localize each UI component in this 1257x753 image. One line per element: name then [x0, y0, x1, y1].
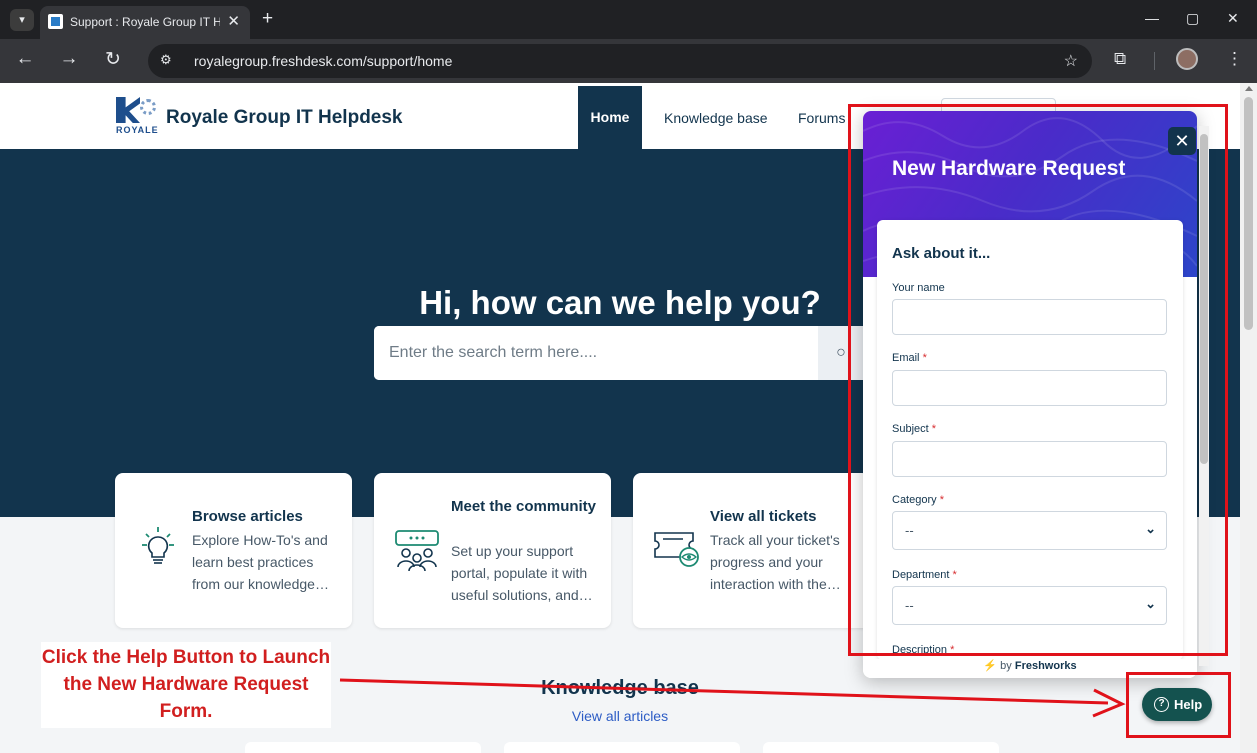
kb-card[interactable]	[763, 742, 999, 753]
department-select[interactable]: -- ⌄	[892, 586, 1167, 625]
scroll-up-icon[interactable]	[1245, 86, 1253, 91]
form-heading: Ask about it...	[892, 245, 991, 262]
nav-home[interactable]: Home	[578, 86, 642, 149]
tickets-icon	[654, 532, 699, 567]
widget-close-button[interactable]: ✕	[1168, 127, 1196, 155]
profile-avatar[interactable]	[1176, 48, 1198, 70]
nav-forums[interactable]: Forums	[798, 110, 845, 126]
bolt-icon: ⚡	[983, 660, 998, 672]
request-form: Ask about it... Your name Email * Subjec…	[877, 220, 1183, 660]
royale-logo[interactable]: ROYALE	[116, 97, 158, 137]
description-label: Description *	[892, 644, 955, 656]
minimize-icon[interactable]: —	[1145, 10, 1159, 26]
search-icon[interactable]: ○	[818, 326, 864, 380]
favicon-icon	[48, 14, 63, 29]
tab-search-button[interactable]: ▾	[10, 9, 34, 31]
browser-tab-bar: ▾ Support : Royale Group IT Helpdesk ✕ +…	[0, 0, 1257, 39]
window-close-icon[interactable]: ✕	[1227, 10, 1239, 27]
category-select[interactable]: -- ⌄	[892, 511, 1167, 550]
search-box: ○	[374, 326, 864, 380]
category-label: Category *	[892, 494, 944, 506]
email-label: Email *	[892, 352, 927, 364]
card-browse-articles[interactable]: Browse articles Explore How-To's and lea…	[115, 473, 352, 628]
bookmark-star-icon[interactable]: ☆	[1064, 51, 1078, 71]
browser-menu-icon[interactable]: ⋮	[1226, 49, 1243, 69]
back-icon[interactable]: ←	[12, 48, 38, 70]
community-icon	[395, 530, 439, 572]
card-title: Browse articles	[192, 508, 303, 525]
card-meet-community[interactable]: Meet the community Set up your support p…	[374, 473, 611, 628]
powered-by[interactable]: ⚡ by Freshworks	[863, 659, 1197, 678]
scroll-thumb[interactable]	[1244, 97, 1253, 330]
url-text[interactable]: royalegroup.freshdesk.com/support/home	[194, 53, 452, 69]
browser-toolbar: ← → ↻ ⚙ royalegroup.freshdesk.com/suppor…	[0, 39, 1257, 83]
card-title: View all tickets	[710, 508, 817, 525]
department-label: Department *	[892, 569, 957, 581]
reload-icon[interactable]: ↻	[100, 48, 126, 71]
card-desc: Explore How-To's and learn best practice…	[192, 532, 329, 592]
new-tab-button[interactable]: +	[262, 8, 273, 30]
card-title: Meet the community	[451, 498, 597, 515]
help-button[interactable]: ? Help	[1142, 688, 1212, 721]
widget-scrollbar[interactable]	[1199, 126, 1209, 666]
nav-knowledge-base[interactable]: Knowledge base	[664, 110, 768, 126]
widget-scroll-thumb[interactable]	[1200, 134, 1208, 464]
subject-input[interactable]	[892, 441, 1167, 477]
card-view-tickets[interactable]: View all tickets Track all your ticket's…	[633, 473, 870, 628]
address-bar[interactable]: ⚙ royalegroup.freshdesk.com/support/home…	[148, 44, 1092, 78]
email-input[interactable]	[892, 370, 1167, 406]
page-scrollbar[interactable]	[1240, 83, 1257, 753]
kb-card[interactable]	[504, 742, 740, 753]
chevron-down-icon: ⌄	[1145, 596, 1156, 611]
annotation-callout: Click the Help Button to Launch the New …	[41, 642, 331, 728]
question-icon: ?	[1154, 697, 1169, 713]
kb-card[interactable]	[245, 742, 481, 753]
maximize-icon[interactable]: ▢	[1186, 10, 1199, 27]
name-label: Your name	[892, 282, 945, 294]
extensions-icon[interactable]: ⧉	[1114, 49, 1126, 69]
subject-label: Subject *	[892, 423, 937, 435]
card-desc: Track all your ticket's progress and you…	[710, 532, 841, 592]
brand-name[interactable]: Royale Group IT Helpdesk	[166, 107, 403, 129]
tab-title: Support : Royale Group IT Helpdesk	[70, 15, 220, 29]
site-info-icon[interactable]: ⚙	[160, 52, 172, 68]
lightbulb-icon	[142, 527, 174, 564]
card-desc: Set up your support portal, populate it …	[451, 543, 593, 603]
help-widget: New Hardware Request ✕ Ask about it... Y…	[863, 111, 1197, 678]
browser-tab[interactable]: Support : Royale Group IT Helpdesk ✕	[40, 6, 250, 39]
widget-title: New Hardware Request	[892, 157, 1126, 180]
name-input[interactable]	[892, 299, 1167, 335]
toolbar-separator	[1154, 52, 1155, 70]
forward-icon[interactable]: →	[56, 48, 82, 70]
search-input[interactable]	[374, 326, 818, 380]
chevron-down-icon: ⌄	[1145, 521, 1156, 536]
tab-close-icon[interactable]: ✕	[227, 12, 240, 30]
